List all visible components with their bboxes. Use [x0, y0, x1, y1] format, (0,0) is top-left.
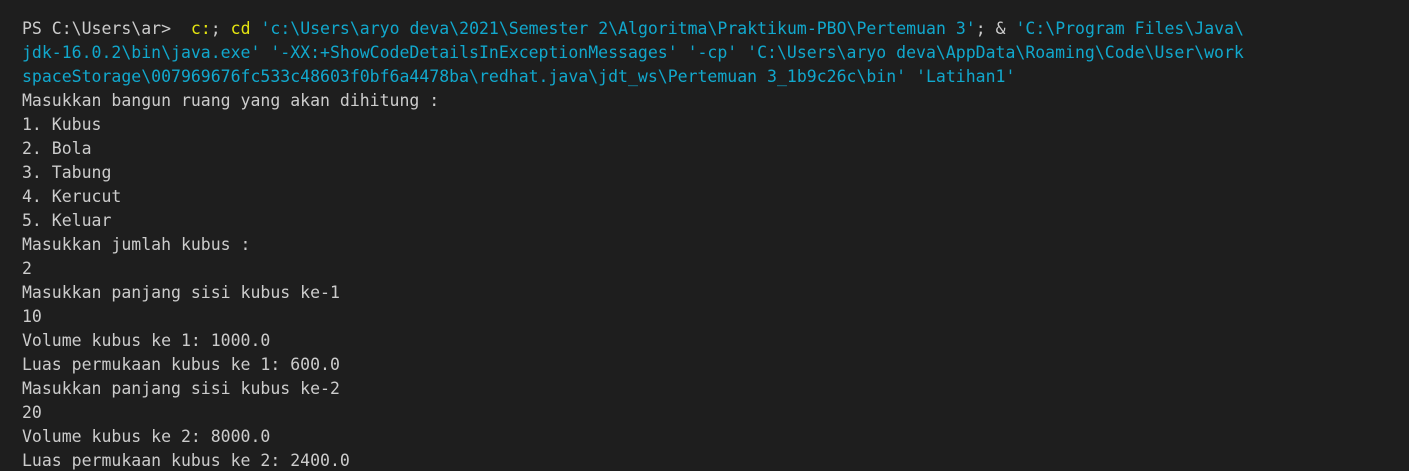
output-line: Masukkan panjang sisi kubus ke-1	[22, 283, 340, 302]
command-token: 'C:\Program Files\Java\	[1015, 19, 1244, 38]
command-line-3: spaceStorage\007969676fc533c48603f0bf6a4…	[22, 67, 1016, 86]
output-line: 4. Kerucut	[22, 187, 122, 206]
terminal-panel[interactable]: PS C:\Users\ar> c:; cd 'c:\Users\aryo de…	[0, 0, 1409, 471]
output-line: Masukkan jumlah kubus :	[22, 235, 251, 254]
program-output: Masukkan bangun ruang yang akan dihitung…	[22, 89, 1401, 471]
output-line: Luas permukaan kubus ke 1: 600.0	[22, 355, 340, 374]
command-token: ; &	[975, 19, 1016, 38]
output-line: Luas permukaan kubus ke 2: 2400.0	[22, 451, 350, 470]
output-line: 10	[22, 307, 42, 326]
prompt: PS C:\Users\ar>	[22, 19, 181, 38]
command-token: 'c:\Users\aryo deva\2021\Semester 2\Algo…	[260, 19, 976, 38]
command-token	[251, 19, 261, 38]
output-line: Masukkan bangun ruang yang akan dihitung…	[22, 91, 440, 110]
command-token: c:	[190, 19, 211, 38]
output-line: 3. Tabung	[22, 163, 112, 182]
command-line-2: jdk-16.0.2\bin\java.exe' '-XX:+ShowCodeD…	[22, 43, 1244, 62]
command-token: ;	[210, 19, 231, 38]
command-token	[181, 19, 191, 38]
output-line: Masukkan panjang sisi kubus ke-2	[22, 379, 340, 398]
output-line: 2. Bola	[22, 139, 92, 158]
output-line: Volume kubus ke 2: 8000.0	[22, 427, 271, 446]
command-parts: c:; cd 'c:\Users\aryo deva\2021\Semester…	[181, 19, 1244, 38]
output-line: 5. Keluar	[22, 211, 112, 230]
output-line: 2	[22, 259, 32, 278]
output-line: Volume kubus ke 1: 1000.0	[22, 331, 271, 350]
command-line-1: PS C:\Users\ar> c:; cd 'c:\Users\aryo de…	[22, 17, 1401, 41]
output-line: 1. Kubus	[22, 115, 102, 134]
output-line: 20	[22, 403, 42, 422]
command-token: cd	[230, 19, 251, 38]
